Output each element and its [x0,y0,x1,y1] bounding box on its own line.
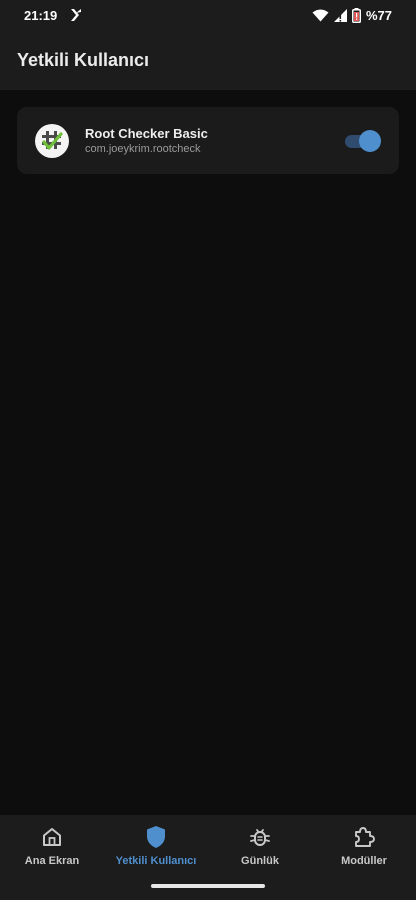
home-icon [40,825,64,849]
nav-item-modules[interactable]: Modüller [312,815,416,900]
status-left: 21:19 [24,8,83,23]
puzzle-icon [352,825,376,849]
toggle-thumb [359,129,381,152]
nav-item-home[interactable]: Ana Ekran [0,815,104,900]
app-bar: Yetkili Kullanıcı [0,30,416,90]
root-checker-app-icon [35,123,69,158]
page-title: Yetkili Kullanıcı [17,49,150,70]
nav-label-modules: Modüller [341,855,387,867]
notification-app-icon [69,8,83,22]
bug-icon [248,825,272,849]
app-package: com.joeykrim.rootcheck [85,143,201,155]
superuser-toggle[interactable] [345,129,381,152]
shield-icon [144,825,168,849]
status-right: %77 [312,7,392,23]
nav-label-superuser: Yetkili Kullanıcı [115,855,197,867]
app-list: Root Checker Basic com.joeykrim.rootchec… [0,90,416,815]
home-indicator[interactable] [151,884,265,888]
battery-icon [351,7,361,23]
app-name: Root Checker Basic [85,126,208,141]
list-item[interactable]: Root Checker Basic com.joeykrim.rootchec… [17,107,399,174]
battery-percent: %77 [365,7,392,23]
app-text: Root Checker Basic com.joeykrim.rootchec… [85,126,208,155]
screen: 21:19 %77 Yetkili Kullanıcı Root Checker… [0,0,416,900]
status-time: 21:19 [24,7,58,23]
signal-icon [333,8,347,22]
status-bar: 21:19 %77 [0,0,416,30]
nav-label-home: Ana Ekran [24,855,80,867]
wifi-icon [312,9,329,22]
nav-label-log: Günlük [241,855,279,867]
